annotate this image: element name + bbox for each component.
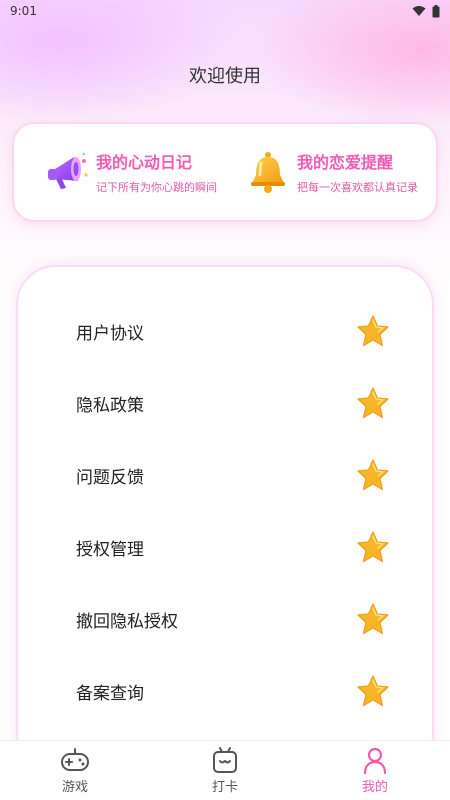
menu-item-revoke-privacy[interactable]: 撤回隐私授权 — [18, 589, 432, 649]
feature-reminder[interactable]: 我的恋爱提醒 把每一次喜欢都认真记录 — [235, 149, 436, 195]
status-bar: 9:01 — [0, 0, 450, 22]
tab-games[interactable]: 游戏 — [0, 741, 150, 800]
menu-item-feedback[interactable]: 问题反馈 — [18, 445, 432, 505]
wifi-icon — [412, 6, 426, 16]
bell-icon — [251, 152, 285, 193]
star-icon — [357, 603, 389, 635]
gamepad-icon — [61, 748, 89, 771]
feature-title: 我的心动日记 — [96, 153, 193, 172]
feature-subtitle: 记下所有为你心跳的瞬间 — [96, 181, 217, 194]
menu-item-permissions[interactable]: 授权管理 — [18, 517, 432, 577]
star-icon — [357, 315, 389, 347]
menu-item-filing-query[interactable]: 备案查询 — [18, 661, 432, 721]
status-icons — [412, 4, 440, 18]
menu-item-user-agreement[interactable]: 用户协议 — [18, 301, 432, 361]
menu-item-label: 备案查询 — [76, 683, 144, 704]
star-icon — [357, 459, 389, 491]
menu-item-label: 撤回隐私授权 — [76, 611, 178, 632]
feature-subtitle: 把每一次喜欢都认真记录 — [297, 181, 418, 194]
star-icon — [357, 675, 389, 707]
menu-item-privacy-policy[interactable]: 隐私政策 — [18, 373, 432, 433]
menu-item-label: 问题反馈 — [76, 467, 144, 488]
battery-icon — [432, 4, 440, 17]
feature-title: 我的恋爱提醒 — [297, 153, 394, 172]
feature-diary[interactable]: 我的心动日记 记下所有为你心跳的瞬间 — [14, 149, 235, 195]
menu-card: 用户协议 隐私政策 问题反馈 授权管理 撤回隐私授权 备案查询 — [16, 265, 434, 775]
megaphone-icon — [48, 152, 88, 189]
tab-checkin[interactable]: 打卡 — [150, 741, 300, 800]
star-icon — [357, 531, 389, 563]
menu-item-label: 授权管理 — [76, 539, 144, 560]
menu-item-label: 隐私政策 — [76, 395, 144, 416]
page-title: 欢迎使用 — [189, 66, 261, 87]
feature-card: 我的心动日记 记下所有为你心跳的瞬间 我的恋爱提醒 把每一次喜欢都认真记录 — [12, 122, 438, 222]
tab-label: 我的 — [361, 780, 388, 795]
star-icon — [357, 387, 389, 419]
tab-label: 打卡 — [211, 780, 238, 795]
status-time: 9:01 — [10, 4, 37, 18]
bottom-tab-bar: 游戏 打卡 我的 — [0, 740, 450, 800]
tab-label: 游戏 — [61, 780, 88, 795]
tab-mine[interactable]: 我的 — [300, 741, 450, 800]
user-icon — [363, 747, 387, 774]
tv-icon — [213, 747, 237, 773]
menu-item-label: 用户协议 — [76, 323, 144, 344]
